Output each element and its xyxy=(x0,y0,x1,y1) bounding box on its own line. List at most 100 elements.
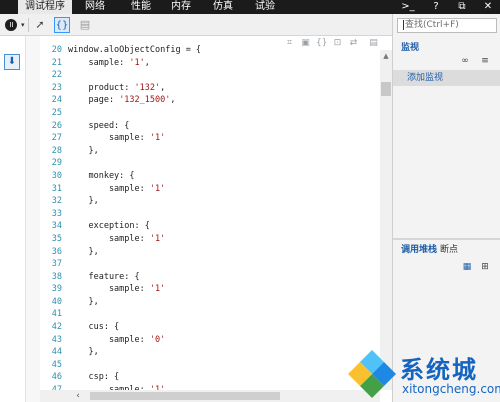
code-token: sample: xyxy=(68,233,150,244)
line-number[interactable]: 43 xyxy=(40,334,62,347)
line-number[interactable]: 30 xyxy=(40,170,62,183)
line-number[interactable]: 20 xyxy=(40,44,62,57)
code-line[interactable]: 29 xyxy=(40,157,380,170)
code-line[interactable]: 21 sample: '1', xyxy=(40,57,380,70)
code-line[interactable]: 42 cus: { xyxy=(40,321,380,334)
code-text: product: '132', xyxy=(68,82,165,95)
tab-debugger[interactable]: 调试程序 xyxy=(18,0,72,14)
tab-memory[interactable]: 内存 xyxy=(164,0,198,14)
tab-emulation[interactable]: 仿真 xyxy=(206,0,240,14)
line-number[interactable]: 45 xyxy=(40,359,62,372)
code-line[interactable]: 20 window.aloObjectConfig = { xyxy=(40,44,380,57)
line-number[interactable]: 37 xyxy=(40,258,62,271)
code-text: sample: '1' xyxy=(68,233,165,246)
console-icon[interactable]: >_ xyxy=(398,0,418,14)
line-number[interactable]: 25 xyxy=(40,107,62,120)
code-token: feature: { xyxy=(68,271,140,282)
code-line[interactable]: 31 sample: '1' xyxy=(40,183,380,196)
text-cursor xyxy=(403,19,404,30)
line-number[interactable]: 28 xyxy=(40,145,62,158)
code-line[interactable]: 39 sample: '1' xyxy=(40,283,380,296)
watermark-name: 系统城 xyxy=(400,356,478,384)
line-number[interactable]: 36 xyxy=(40,246,62,259)
code-line[interactable]: 24 page: '132_1500', xyxy=(40,94,380,107)
code-line[interactable]: 23 product: '132', xyxy=(40,82,380,95)
breakpoint-gutter[interactable] xyxy=(26,36,40,402)
code-line[interactable]: 41 xyxy=(40,308,380,321)
line-number[interactable]: 46 xyxy=(40,371,62,384)
code-line[interactable]: 40 }, xyxy=(40,296,380,309)
break-on-exceptions-button[interactable]: {} xyxy=(54,17,70,33)
line-number[interactable]: 21 xyxy=(40,57,62,70)
line-number[interactable]: 22 xyxy=(40,69,62,82)
line-number[interactable]: 26 xyxy=(40,120,62,133)
watermark-logo xyxy=(348,350,396,398)
line-number[interactable]: 32 xyxy=(40,195,62,208)
undock-icon[interactable]: ⧉ xyxy=(452,0,472,14)
watch-panel-title[interactable]: 监视 xyxy=(401,40,419,53)
tab-network[interactable]: 网络 xyxy=(78,0,112,14)
scroll-thumb[interactable] xyxy=(381,82,391,96)
tab-call-stack[interactable]: 调用堆栈 xyxy=(401,245,437,255)
pause-button[interactable]: II ▾ xyxy=(2,17,28,33)
line-number[interactable]: 35 xyxy=(40,233,62,246)
add-watch-link[interactable]: 添加监视 xyxy=(407,72,443,84)
frames-icon[interactable]: ▦ xyxy=(461,262,473,273)
code-line[interactable]: 37 xyxy=(40,258,380,271)
tab-breakpoints[interactable]: 断点 xyxy=(440,245,458,255)
code-line[interactable]: 34 exception: { xyxy=(40,220,380,233)
string-literal: '1' xyxy=(149,183,166,194)
code-line[interactable]: 27 sample: '1' xyxy=(40,132,380,145)
code-line[interactable]: 22 xyxy=(40,69,380,82)
line-number[interactable]: 23 xyxy=(40,82,62,95)
code-text: }, xyxy=(68,296,98,309)
scroll-left-icon[interactable]: ‹ xyxy=(72,390,84,402)
code-line[interactable]: 30 monkey: { xyxy=(40,170,380,183)
code-token: }, xyxy=(68,246,99,257)
code-editor[interactable]: 20 window.aloObjectConfig = {21 sample: '… xyxy=(40,44,380,390)
line-number[interactable]: 40 xyxy=(40,296,62,309)
scroll-up-icon[interactable]: ▲ xyxy=(380,50,392,62)
search-input[interactable]: 查找(Ctrl+F) xyxy=(397,18,497,33)
code-line[interactable]: 26 speed: { xyxy=(40,120,380,133)
line-number[interactable]: 33 xyxy=(40,208,62,221)
code-line[interactable]: 35 sample: '1' xyxy=(40,233,380,246)
tab-performance[interactable]: 性能 xyxy=(124,0,158,14)
code-line[interactable]: 28 }, xyxy=(40,145,380,158)
comment-icon[interactable]: ▤ xyxy=(78,17,92,33)
async-icon[interactable]: ⊞ xyxy=(479,262,491,273)
pane-divider[interactable] xyxy=(393,238,500,240)
horizontal-scrollbar[interactable]: ‹ xyxy=(40,390,380,402)
code-line[interactable]: 38 feature: { xyxy=(40,271,380,284)
watch-list-icon[interactable]: ≡ xyxy=(479,56,491,67)
line-number[interactable]: 41 xyxy=(40,308,62,321)
code-token: sample: xyxy=(68,183,150,194)
line-number[interactable]: 34 xyxy=(40,220,62,233)
scroll-thumb-horizontal[interactable] xyxy=(90,392,280,400)
line-number[interactable]: 27 xyxy=(40,132,62,145)
code-line[interactable]: 25 xyxy=(40,107,380,120)
step-button[interactable]: ➚ xyxy=(32,17,48,33)
line-number[interactable]: 24 xyxy=(40,94,62,107)
line-number[interactable]: 39 xyxy=(40,283,62,296)
pin-icon[interactable]: ⬇ xyxy=(4,54,20,70)
code-line[interactable]: 43 sample: '0' xyxy=(40,334,380,347)
code-line[interactable]: 32 }, xyxy=(40,195,380,208)
code-line[interactable]: 33 xyxy=(40,208,380,221)
code-token: sample: xyxy=(68,334,150,345)
code-line[interactable]: 46 csp: { xyxy=(40,371,380,384)
watermark: 系统城 xitongcheng.com xyxy=(346,346,500,402)
code-line[interactable]: 44 }, xyxy=(40,346,380,359)
vertical-scrollbar[interactable]: ▲ xyxy=(380,50,392,390)
add-watch-icon[interactable]: ∞ xyxy=(459,56,471,67)
code-line[interactable]: 45 xyxy=(40,359,380,372)
line-number[interactable]: 31 xyxy=(40,183,62,196)
close-icon[interactable]: ✕ xyxy=(478,0,498,14)
help-icon[interactable]: ? xyxy=(426,0,446,14)
code-line[interactable]: 36 }, xyxy=(40,246,380,259)
tab-experiments[interactable]: 试验 xyxy=(248,0,282,14)
line-number[interactable]: 44 xyxy=(40,346,62,359)
line-number[interactable]: 42 xyxy=(40,321,62,334)
line-number[interactable]: 38 xyxy=(40,271,62,284)
line-number[interactable]: 29 xyxy=(40,157,62,170)
